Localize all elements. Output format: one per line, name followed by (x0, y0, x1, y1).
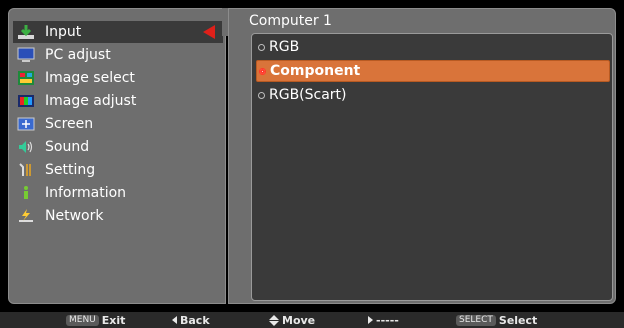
submenu-panel: Computer 1 RGB Component RGB(Scart) (228, 8, 616, 304)
menu-label: Screen (45, 116, 94, 132)
help-select: SELECT Select (456, 312, 537, 328)
image-select-icon (17, 70, 35, 86)
menu-item-information[interactable]: Information (13, 182, 223, 204)
help-exit: MENU Exit (66, 312, 125, 328)
options-list: RGB Component RGB(Scart) (251, 33, 613, 301)
sound-icon (17, 139, 35, 155)
menu-key-badge: MENU (66, 314, 99, 326)
menu-label: Sound (45, 139, 90, 155)
menu-label: PC adjust (45, 47, 111, 63)
menu-item-image-adjust[interactable]: Image adjust (13, 90, 223, 112)
menu-label: Network (45, 208, 104, 224)
menu-item-sound[interactable]: Sound (13, 136, 223, 158)
menu-item-network[interactable]: Network (13, 205, 223, 227)
option-label: Component (270, 63, 361, 79)
radio-icon (258, 43, 265, 51)
menu-item-pc-adjust[interactable]: PC adjust (13, 44, 223, 66)
help-move: Move (269, 312, 315, 328)
option-label: RGB(Scart) (269, 87, 347, 103)
input-icon (17, 24, 35, 40)
select-label: Select (498, 313, 538, 327)
up-down-arrow-icon (269, 314, 279, 326)
selected-arrow-icon (203, 25, 215, 39)
exit-label: Exit (101, 313, 126, 327)
menu-label: Information (45, 185, 127, 201)
help-next: ----- (368, 312, 399, 328)
network-icon (17, 208, 35, 224)
setting-icon (17, 162, 35, 178)
image-adjust-icon (17, 93, 35, 109)
help-bar: MENU Exit Back Move ----- SELECT Select (0, 312, 624, 328)
menu-item-setting[interactable]: Setting (13, 159, 223, 181)
right-arrow-icon (368, 316, 373, 324)
radio-icon (258, 91, 265, 99)
information-icon (17, 185, 35, 201)
menu-item-screen[interactable]: Screen (13, 113, 223, 135)
menu-item-image-select[interactable]: Image select (13, 67, 223, 89)
option-label: RGB (269, 39, 300, 55)
menu-label: Setting (45, 162, 96, 178)
option-rgb-scart[interactable]: RGB(Scart) (256, 84, 610, 106)
submenu-title: Computer 1 (249, 13, 332, 29)
back-label: Back (180, 313, 210, 327)
menu-label: Image select (45, 70, 135, 86)
move-label: Move (282, 313, 316, 327)
option-rgb[interactable]: RGB (256, 36, 610, 58)
option-component[interactable]: Component (256, 60, 610, 82)
menu-label: Input (45, 24, 82, 40)
menu-item-input[interactable]: Input (13, 21, 223, 43)
pc-adjust-icon (17, 47, 35, 63)
radio-selected-icon (259, 67, 266, 75)
select-key-badge: SELECT (456, 314, 496, 326)
next-label: ----- (376, 313, 399, 327)
left-arrow-icon (172, 316, 177, 324)
help-back: Back (172, 312, 210, 328)
main-menu: Input PC adjust Image select Image adjus… (8, 8, 226, 304)
screen-icon (17, 116, 35, 132)
menu-label: Image adjust (45, 93, 137, 109)
